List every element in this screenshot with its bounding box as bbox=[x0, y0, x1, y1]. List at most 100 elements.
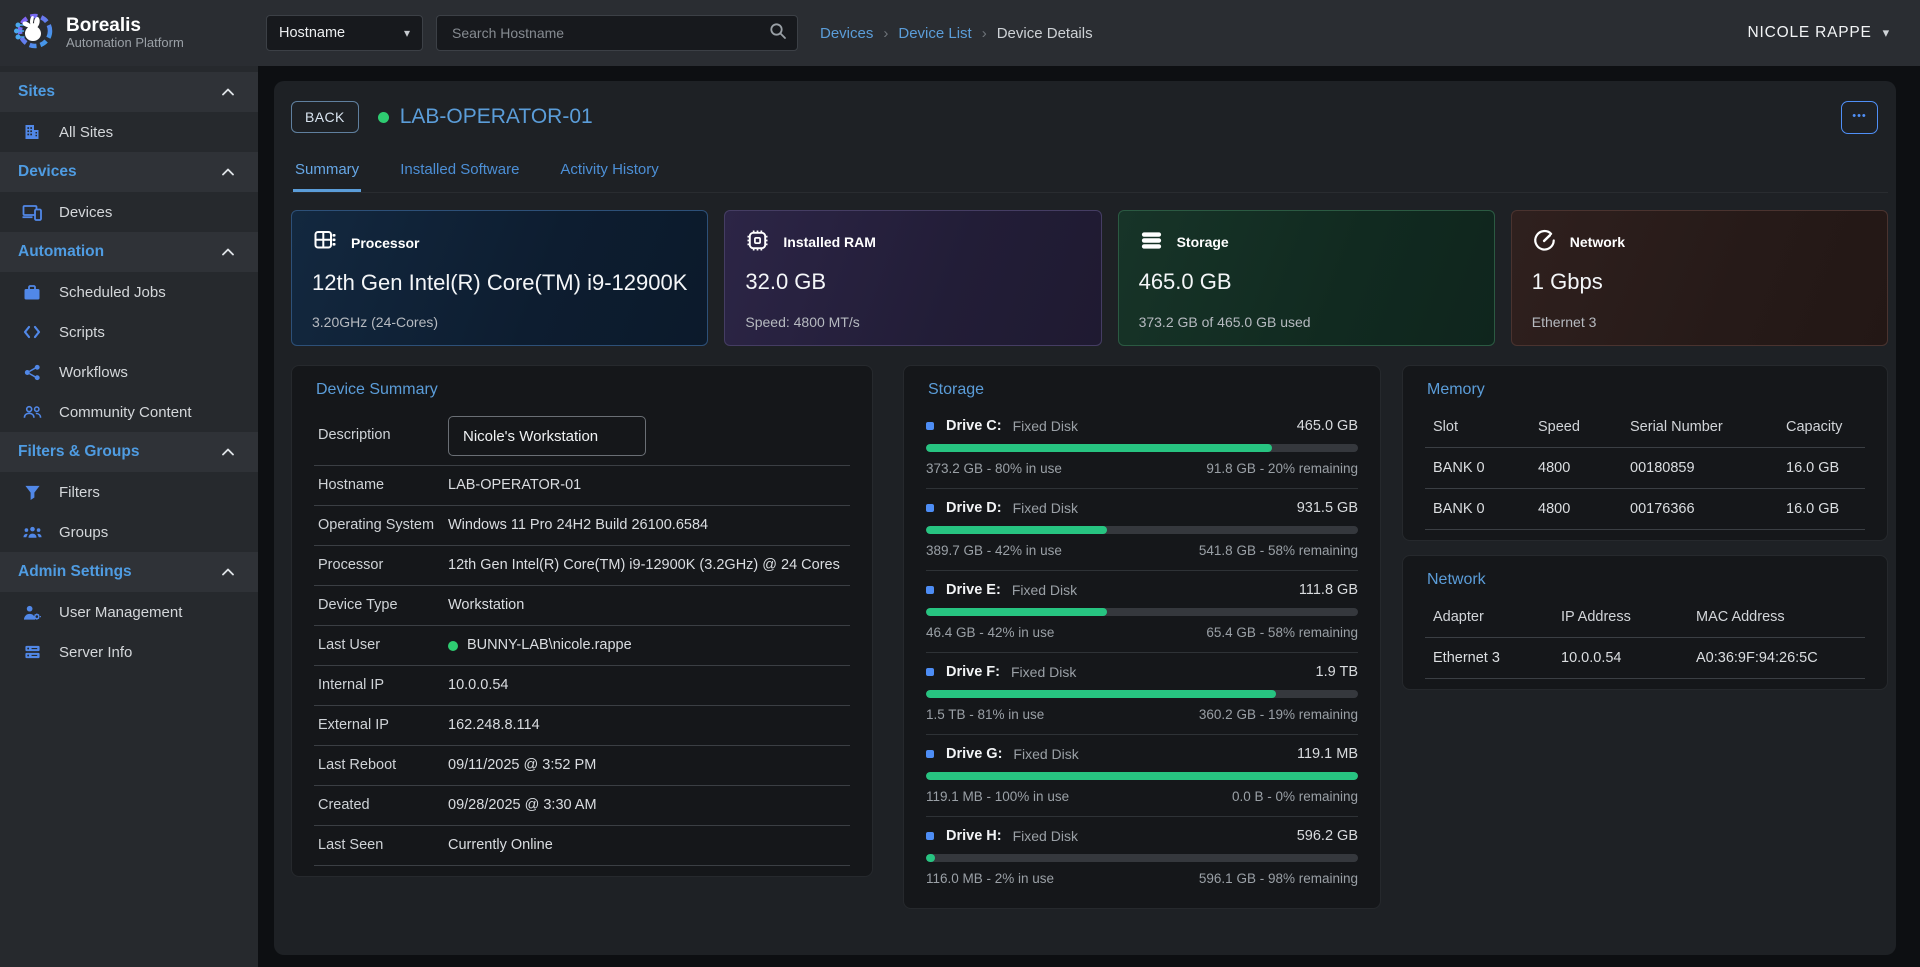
breadcrumb-device-list[interactable]: Device List bbox=[898, 25, 971, 42]
description-input[interactable] bbox=[448, 416, 646, 456]
drive-used-caption: 119.1 MB - 100% in use bbox=[926, 789, 1069, 804]
building-icon bbox=[20, 123, 44, 141]
sidebar-item-label: Devices bbox=[59, 204, 112, 221]
drive-used-caption: 389.7 GB - 42% in use bbox=[926, 543, 1062, 558]
sidebar-item-label: User Management bbox=[59, 604, 182, 621]
chevron-up-icon bbox=[222, 243, 234, 261]
drive-size: 931.5 GB bbox=[1297, 500, 1358, 516]
back-button[interactable]: BACK bbox=[291, 101, 359, 133]
row-label: Internal IP bbox=[318, 676, 448, 696]
sidebar-item-label: Scheduled Jobs bbox=[59, 284, 166, 301]
sidebar-section-admin-settings[interactable]: Admin Settings bbox=[0, 552, 258, 592]
sidebar-item-workflows[interactable]: Workflows bbox=[0, 352, 258, 392]
row-label: Last Reboot bbox=[318, 756, 448, 776]
tab-summary[interactable]: Summary bbox=[293, 155, 361, 192]
drive-type: Fixed Disk bbox=[1013, 500, 1078, 516]
user-menu[interactable]: NICOLE RAPPE ▾ bbox=[1748, 24, 1891, 42]
breadcrumb-separator-icon: › bbox=[883, 25, 888, 42]
sidebar-item-scripts[interactable]: Scripts bbox=[0, 312, 258, 352]
card-title: Storage bbox=[1177, 234, 1229, 250]
search-icon[interactable] bbox=[769, 22, 787, 45]
groups-icon bbox=[20, 525, 44, 539]
stat-cards-row: Processor 12th Gen Intel(R) Core(TM) i9-… bbox=[291, 210, 1888, 346]
chevron-up-icon bbox=[222, 563, 234, 581]
cell-capacity: 16.0 GB bbox=[1786, 501, 1865, 517]
row-value: BUNNY-LAB\nicole.rappe bbox=[448, 635, 632, 656]
chevron-down-icon: ▾ bbox=[404, 26, 410, 40]
sidebar-item-devices[interactable]: Devices bbox=[0, 192, 258, 232]
panel-title: Network bbox=[1425, 569, 1865, 597]
ellipsis-icon: ••• bbox=[1852, 110, 1867, 122]
hostname-filter-value: Hostname bbox=[279, 25, 345, 41]
sidebar-item-server-info[interactable]: Server Info bbox=[0, 632, 258, 672]
drive-usage-bar bbox=[926, 854, 1358, 862]
cell-capacity: 16.0 GB bbox=[1786, 460, 1865, 476]
chevron-up-icon bbox=[222, 83, 234, 101]
sidebar-item-user-management[interactable]: User Management bbox=[0, 592, 258, 632]
sidebar-item-all-sites[interactable]: All Sites bbox=[0, 112, 258, 152]
summary-row-last-reboot: Last Reboot 09/11/2025 @ 3:52 PM bbox=[314, 746, 850, 786]
more-actions-button[interactable]: ••• bbox=[1841, 101, 1878, 134]
sidebar-item-scheduled-jobs[interactable]: Scheduled Jobs bbox=[0, 272, 258, 312]
sidebar-item-groups[interactable]: Groups bbox=[0, 512, 258, 552]
sidebar-section-devices[interactable]: Devices bbox=[0, 152, 258, 192]
right-column: Memory Slot Speed Serial Number Capacity… bbox=[1402, 365, 1888, 690]
tab-bar: Summary Installed Software Activity Hist… bbox=[291, 155, 1888, 193]
summary-row-external-ip: External IP 162.248.8.114 bbox=[314, 706, 850, 746]
cell-ip: 10.0.0.54 bbox=[1561, 650, 1696, 666]
hostname-filter-dropdown[interactable]: Hostname ▾ bbox=[266, 15, 423, 51]
devices-icon bbox=[20, 203, 44, 221]
processor-sub: 3.20GHz (24-Cores) bbox=[312, 314, 687, 330]
filter-icon bbox=[20, 484, 44, 501]
cell-adapter: Ethernet 3 bbox=[1433, 650, 1561, 666]
drive-size: 465.0 GB bbox=[1297, 418, 1358, 434]
tab-installed-software[interactable]: Installed Software bbox=[398, 155, 521, 192]
storage-value: 465.0 GB bbox=[1139, 269, 1474, 295]
summary-row-processor: Processor 12th Gen Intel(R) Core(TM) i9-… bbox=[314, 546, 850, 586]
user-gear-icon bbox=[20, 604, 44, 621]
network-sub: Ethernet 3 bbox=[1532, 314, 1867, 330]
storage-card: Storage 465.0 GB 373.2 GB of 465.0 GB us… bbox=[1118, 210, 1495, 346]
drive-remaining-caption: 91.8 GB - 20% remaining bbox=[1206, 461, 1358, 476]
server-icon bbox=[20, 644, 44, 660]
cell-slot: BANK 0 bbox=[1433, 460, 1538, 476]
page-title: LAB-OPERATOR-01 bbox=[400, 105, 593, 129]
processor-card: Processor 12th Gen Intel(R) Core(TM) i9-… bbox=[291, 210, 708, 346]
row-value: 162.248.8.114 bbox=[448, 715, 540, 736]
last-user-value: BUNNY-LAB\nicole.rappe bbox=[467, 635, 632, 656]
search-box[interactable] bbox=[436, 15, 798, 51]
sidebar-section-sites[interactable]: Sites bbox=[0, 72, 258, 112]
online-status-dot bbox=[378, 112, 389, 123]
drive-type: Fixed Disk bbox=[1013, 418, 1078, 434]
sidebar-item-community-content[interactable]: Community Content bbox=[0, 392, 258, 432]
sidebar-section-filters-groups[interactable]: Filters & Groups bbox=[0, 432, 258, 472]
drive-size: 1.9 TB bbox=[1316, 664, 1358, 680]
sidebar-item-label: Scripts bbox=[59, 324, 105, 341]
network-value: 1 Gbps bbox=[1532, 269, 1867, 295]
summary-row-description: Description bbox=[314, 407, 850, 466]
section-label: Sites bbox=[18, 83, 55, 101]
sidebar-item-filters[interactable]: Filters bbox=[0, 472, 258, 512]
brand: Borealis Automation Platform bbox=[0, 10, 258, 57]
breadcrumb-separator-icon: › bbox=[982, 25, 987, 42]
row-value: 10.0.0.54 bbox=[448, 675, 508, 696]
tab-activity-history[interactable]: Activity History bbox=[558, 155, 660, 192]
search-input[interactable] bbox=[450, 24, 769, 42]
row-label: External IP bbox=[318, 716, 448, 736]
drive-icon bbox=[926, 504, 934, 512]
drive-row-f: Drive F: Fixed Disk 1.9 TB 1.5 TB - 81% … bbox=[926, 653, 1358, 735]
row-label: Last Seen bbox=[318, 836, 448, 856]
row-value: 09/28/2025 @ 3:30 AM bbox=[448, 795, 597, 816]
drive-icon bbox=[926, 586, 934, 594]
breadcrumb: Devices › Device List › Device Details bbox=[820, 25, 1093, 42]
breadcrumb-devices[interactable]: Devices bbox=[820, 25, 873, 42]
cell-serial: 00176366 bbox=[1630, 501, 1786, 517]
memory-panel: Memory Slot Speed Serial Number Capacity… bbox=[1402, 365, 1888, 541]
sidebar-item-label: Groups bbox=[59, 524, 108, 541]
drive-icon bbox=[926, 750, 934, 758]
sidebar-section-automation[interactable]: Automation bbox=[0, 232, 258, 272]
column-header: Speed bbox=[1538, 419, 1630, 435]
drive-used-caption: 1.5 TB - 81% in use bbox=[926, 707, 1044, 722]
ram-value: 32.0 GB bbox=[745, 269, 1080, 295]
processor-value: 12th Gen Intel(R) Core(TM) i9-12900K bbox=[312, 270, 687, 296]
